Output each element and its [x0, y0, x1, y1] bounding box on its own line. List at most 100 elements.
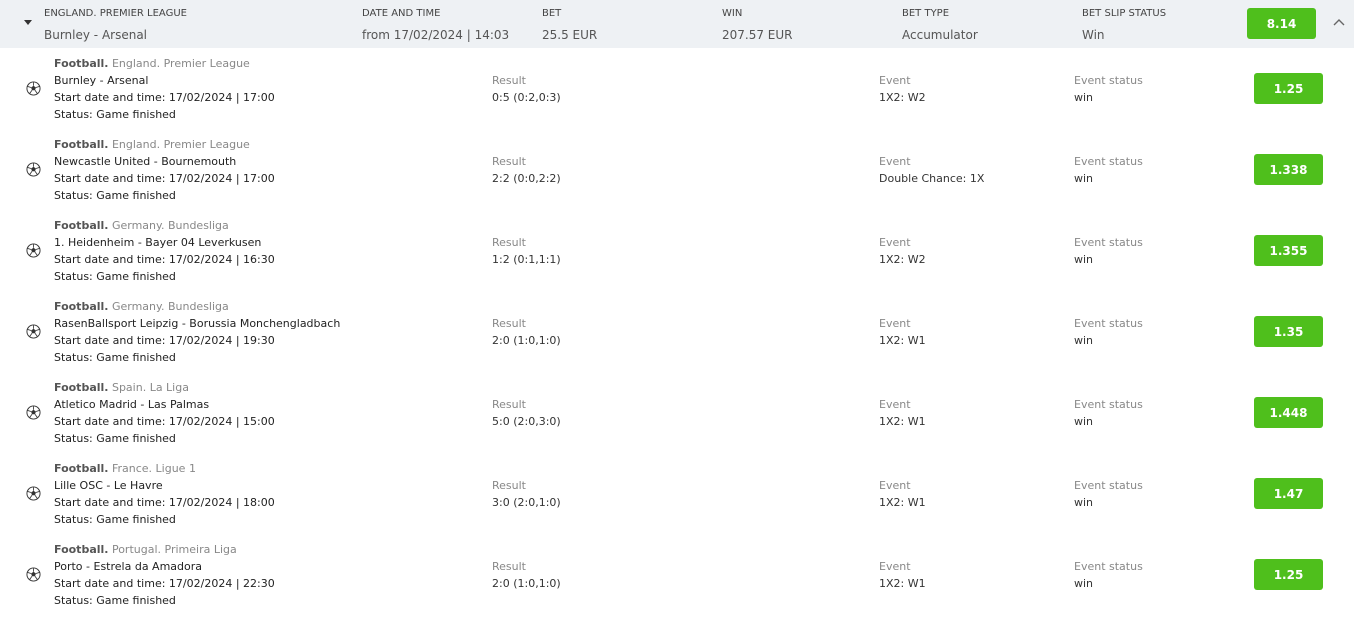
football-icon — [26, 405, 41, 420]
event-row: Football. France. Ligue 1 Lille OSC - Le… — [0, 460, 1354, 541]
event-match: Porto - Estrela da Amadora — [54, 560, 203, 573]
header-league-column: ENGLAND. PREMIER LEAGUE Burnley - Arsena… — [44, 7, 187, 42]
football-icon — [26, 162, 41, 177]
event-odds-button[interactable]: 1.25 — [1254, 559, 1323, 590]
event-status-label: Status: — [54, 270, 97, 283]
event-label: Event — [879, 236, 911, 249]
event-status-result: win — [1074, 415, 1094, 428]
event-start-label: Start date and time: — [54, 496, 169, 509]
caret-down-icon[interactable] — [24, 20, 32, 25]
football-icon — [26, 486, 41, 501]
event-match: Lille OSC - Le Havre — [54, 479, 163, 492]
event-status-heading: Event status — [1074, 560, 1143, 573]
football-icon — [26, 567, 41, 582]
header-bet-column: BET 25.5 EUR — [542, 7, 597, 42]
event-start-value: 17/02/2024 | 15:00 — [168, 415, 275, 428]
header-date-value: from 17/02/2024 | 14:03 — [362, 28, 510, 42]
event-start-value: 17/02/2024 | 16:30 — [168, 253, 275, 266]
event-league-name: England. Premier League — [108, 138, 250, 151]
event-status: Status: Game finished — [54, 513, 176, 527]
football-icon — [26, 324, 41, 339]
header-date-label: DATE AND TIME — [362, 8, 441, 19]
event-status-value: Game finished — [96, 432, 176, 445]
event-league-name: Germany. Bundesliga — [108, 300, 229, 313]
event-status-value: Game finished — [96, 189, 176, 202]
event-odds-button[interactable]: 1.355 — [1254, 235, 1323, 266]
event-label: Event — [879, 398, 911, 411]
event-status-heading: Event status — [1074, 74, 1143, 87]
event-row: Football. England. Premier League Newcas… — [0, 136, 1354, 217]
football-icon — [26, 81, 41, 96]
event-row: Football. Germany. Bundesliga RasenBalls… — [0, 298, 1354, 379]
event-status-label: Status: — [54, 189, 97, 202]
event-start-value: 17/02/2024 | 18:00 — [168, 496, 275, 509]
event-start-value: 17/02/2024 | 17:00 — [168, 91, 275, 104]
event-start-label: Start date and time: — [54, 253, 169, 266]
event-status-result: win — [1074, 91, 1094, 104]
event-match: RasenBallsport Leipzig - Borussia Monche… — [54, 317, 341, 330]
event-status: Status: Game finished — [54, 108, 176, 122]
event-sport: Football. — [54, 57, 109, 70]
header-status-value: Win — [1082, 28, 1105, 42]
event-status: Status: Game finished — [54, 351, 176, 365]
event-start-value: 17/02/2024 | 19:30 — [168, 334, 275, 347]
event-sport: Football. — [54, 300, 109, 313]
chevron-up-icon[interactable] — [1333, 18, 1345, 26]
event-status: Status: Game finished — [54, 189, 176, 203]
event-league: Football. England. Premier League — [54, 138, 250, 152]
event-status-value: Game finished — [96, 594, 176, 607]
event-odds-button[interactable]: 1.47 — [1254, 478, 1323, 509]
event-row: Football. Spain. La Liga Atletico Madrid… — [0, 379, 1354, 460]
event-odds-button[interactable]: 1.35 — [1254, 316, 1323, 347]
header-match: Burnley - Arsenal — [44, 28, 148, 42]
event-start: Start date and time: 17/02/2024 | 18:00 — [54, 496, 275, 510]
event-status-result: win — [1074, 172, 1094, 185]
event-match: Atletico Madrid - Las Palmas — [54, 398, 210, 411]
event-start-label: Start date and time: — [54, 172, 169, 185]
result-label: Result — [492, 317, 526, 330]
event-status-heading: Event status — [1074, 317, 1143, 330]
event-match: 1. Heidenheim - Bayer 04 Leverkusen — [54, 236, 262, 249]
event-status-value: Game finished — [96, 108, 176, 121]
event-sport: Football. — [54, 381, 109, 394]
event-value: Double Chance: 1X — [879, 172, 985, 185]
event-start-value: 17/02/2024 | 22:30 — [168, 577, 275, 590]
header-type-value: Accumulator — [902, 28, 978, 42]
event-status-label: Status: — [54, 432, 97, 445]
bet-slip-header[interactable]: ENGLAND. PREMIER LEAGUE Burnley - Arsena… — [0, 0, 1354, 48]
event-odds-button[interactable]: 1.25 — [1254, 73, 1323, 104]
result-label: Result — [492, 236, 526, 249]
event-label: Event — [879, 317, 911, 330]
result-label: Result — [492, 560, 526, 573]
event-odds-button[interactable]: 1.448 — [1254, 397, 1323, 428]
header-win-column: WIN 207.57 EUR — [722, 7, 793, 42]
header-status-column: BET SLIP STATUS Win — [1082, 7, 1166, 42]
event-league: Football. Portugal. Primeira Liga — [54, 543, 237, 557]
event-league: Football. France. Ligue 1 — [54, 462, 196, 476]
event-status-heading: Event status — [1074, 479, 1143, 492]
football-icon — [26, 243, 41, 258]
event-status-result: win — [1074, 253, 1094, 266]
header-status-label: BET SLIP STATUS — [1082, 8, 1167, 19]
event-start: Start date and time: 17/02/2024 | 15:00 — [54, 415, 275, 429]
total-odds-button[interactable]: 8.14 — [1247, 8, 1316, 39]
event-sport: Football. — [54, 462, 109, 475]
event-label: Event — [879, 74, 911, 87]
event-label: Event — [879, 560, 911, 573]
event-status-heading: Event status — [1074, 155, 1143, 168]
result-value: 3:0 (2:0,1:0) — [492, 496, 561, 509]
result-label: Result — [492, 479, 526, 492]
event-sport: Football. — [54, 138, 109, 151]
event-league: Football. Spain. La Liga — [54, 381, 189, 395]
event-start: Start date and time: 17/02/2024 | 22:30 — [54, 577, 275, 591]
event-start-value: 17/02/2024 | 17:00 — [168, 172, 275, 185]
result-value: 2:0 (1:0,1:0) — [492, 334, 561, 347]
result-label: Result — [492, 155, 526, 168]
event-value: 1X2: W1 — [879, 577, 926, 590]
header-win-value: 207.57 EUR — [722, 28, 793, 42]
event-odds-button[interactable]: 1.338 — [1254, 154, 1323, 185]
event-status-label: Status: — [54, 351, 97, 364]
event-status-result: win — [1074, 334, 1094, 347]
result-value: 2:0 (1:0,1:0) — [492, 577, 561, 590]
event-status-value: Game finished — [96, 351, 176, 364]
